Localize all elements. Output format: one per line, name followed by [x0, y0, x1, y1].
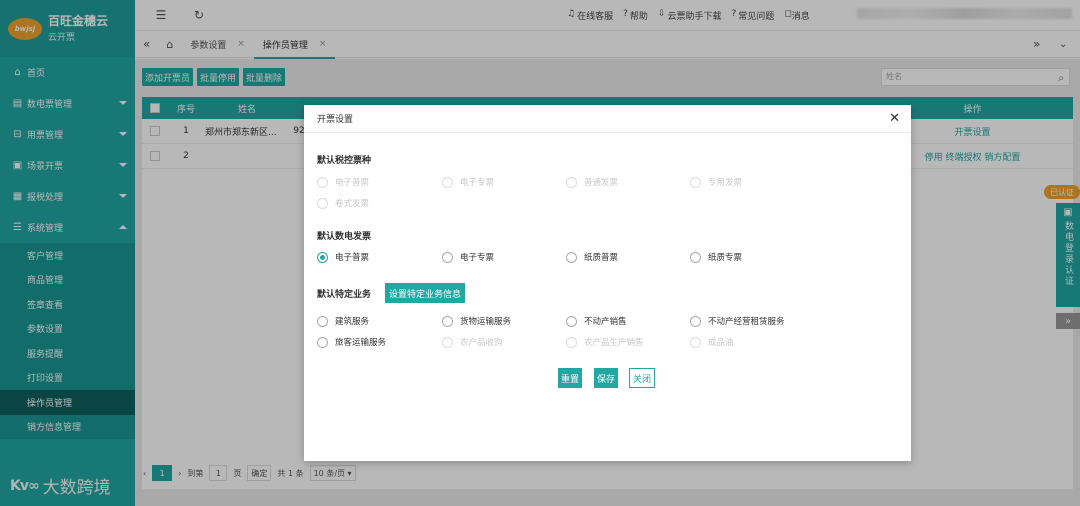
section-special: 默认特定业务 [317, 290, 372, 300]
reset-button[interactable]: 重置 [558, 368, 583, 388]
set-special-business-button[interactable]: 设置特定业务信息 [385, 283, 466, 303]
radio-tax-special: 专用发票 [690, 176, 742, 188]
radio-special-realestate-sale[interactable]: 不动产销售 [566, 315, 627, 327]
radio-special-farm-purchase: 农产品收购 [442, 336, 503, 348]
radio-special-realestate-lease[interactable]: 不动产经营租赁服务 [690, 315, 785, 327]
radio-special-oil: 成品油 [690, 336, 734, 348]
radio-tax-roll: 卷式发票 [317, 197, 369, 209]
close-icon[interactable]: ✕ [889, 111, 900, 126]
radio-special-construction[interactable]: 建筑服务 [317, 315, 369, 327]
radio-tax-normal: 普通发票 [566, 176, 618, 188]
section-digital: 默认数电发票 [317, 232, 372, 242]
radio-special-farm-sale: 农产品生产销售 [566, 336, 644, 348]
radio-digital-e-special[interactable]: 电子专票 [442, 251, 494, 263]
invoice-settings-modal: 开票设置 ✕ 默认税控票种 电子普票 电子专票 普通发票 专用发票 卷式发票 默… [304, 105, 911, 461]
modal-header: 开票设置 ✕ [304, 105, 911, 133]
radio-digital-paper-special[interactable]: 纸质专票 [690, 251, 742, 263]
radio-tax-e-normal: 电子普票 [317, 176, 369, 188]
radio-digital-paper-normal[interactable]: 纸质普票 [566, 251, 618, 263]
radio-digital-e-normal[interactable]: 电子普票 [317, 251, 369, 263]
radio-tax-e-special: 电子专票 [442, 176, 494, 188]
radio-special-freight[interactable]: 货物运输服务 [442, 315, 511, 327]
app-root: bwjsj 百旺金穗云 云开票 ⌂ 首页 ▤ 数电票管理 ⊟ 用票管理 ▣ 场景开票 ▦… [0, 0, 1080, 506]
radio-special-passenger[interactable]: 旅客运输服务 [317, 336, 386, 348]
save-button[interactable]: 保存 [594, 368, 619, 388]
modal-title: 开票设置 [317, 115, 354, 125]
close-button[interactable]: 关闭 [629, 368, 656, 388]
section-tax-control: 默认税控票种 [317, 156, 372, 166]
